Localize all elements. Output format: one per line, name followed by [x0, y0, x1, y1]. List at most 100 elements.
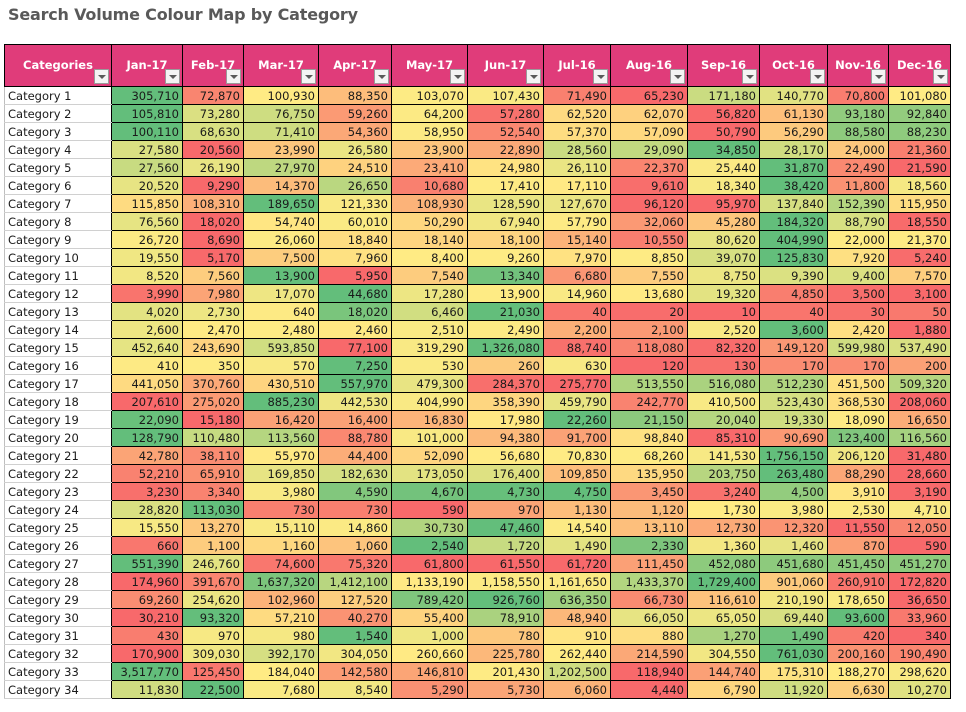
- category-cell[interactable]: Category 7: [4, 194, 112, 213]
- value-cell[interactable]: 26,060: [243, 230, 319, 249]
- value-cell[interactable]: 761,030: [759, 644, 828, 663]
- value-cell[interactable]: 1,130: [543, 500, 611, 519]
- value-cell[interactable]: 340: [888, 626, 951, 645]
- value-cell[interactable]: 11,800: [827, 176, 889, 195]
- value-cell[interactable]: 57,370: [543, 122, 611, 141]
- value-cell[interactable]: 3,240: [687, 482, 760, 501]
- category-cell[interactable]: Category 9: [4, 230, 112, 249]
- category-cell[interactable]: Category 1: [4, 86, 112, 105]
- value-cell[interactable]: 13,900: [243, 266, 319, 285]
- value-cell[interactable]: 1,160: [243, 536, 319, 555]
- value-cell[interactable]: 6,790: [687, 680, 760, 699]
- value-cell[interactable]: 9,260: [467, 248, 544, 267]
- value-cell[interactable]: 75,320: [318, 554, 392, 573]
- value-cell[interactable]: 98,840: [610, 428, 688, 447]
- value-cell[interactable]: 452,640: [111, 338, 183, 357]
- value-cell[interactable]: 26,110: [543, 158, 611, 177]
- value-cell[interactable]: 111,450: [610, 554, 688, 573]
- value-cell[interactable]: 3,990: [111, 284, 183, 303]
- value-cell[interactable]: 169,850: [243, 464, 319, 483]
- value-cell[interactable]: 127,520: [318, 590, 392, 609]
- value-cell[interactable]: 19,550: [111, 248, 183, 267]
- value-cell[interactable]: 93,320: [182, 608, 244, 627]
- value-cell[interactable]: 1,326,080: [467, 338, 544, 357]
- value-cell[interactable]: 90,690: [759, 428, 828, 447]
- value-cell[interactable]: 22,090: [111, 410, 183, 429]
- value-cell[interactable]: 275,020: [182, 392, 244, 411]
- value-cell[interactable]: 115,950: [888, 194, 951, 213]
- filter-dropdown-icon[interactable]: [871, 69, 886, 84]
- value-cell[interactable]: 23,990: [243, 140, 319, 159]
- category-cell[interactable]: Category 20: [4, 428, 112, 447]
- value-cell[interactable]: 557,970: [318, 374, 392, 393]
- value-cell[interactable]: 20: [610, 302, 688, 321]
- value-cell[interactable]: 3,230: [111, 482, 183, 501]
- value-cell[interactable]: 108,310: [182, 194, 244, 213]
- value-cell[interactable]: 115,850: [111, 194, 183, 213]
- value-cell[interactable]: 11,550: [827, 518, 889, 537]
- category-cell[interactable]: Category 4: [4, 140, 112, 159]
- value-cell[interactable]: 52,210: [111, 464, 183, 483]
- value-cell[interactable]: 27,970: [243, 158, 319, 177]
- value-cell[interactable]: 880: [610, 626, 688, 645]
- value-cell[interactable]: 141,530: [687, 446, 760, 465]
- value-cell[interactable]: 5,240: [888, 248, 951, 267]
- value-cell[interactable]: 44,680: [318, 284, 392, 303]
- value-cell[interactable]: 516,080: [687, 374, 760, 393]
- value-cell[interactable]: 57,280: [467, 104, 544, 123]
- value-cell[interactable]: 76,750: [243, 104, 319, 123]
- value-cell[interactable]: 176,400: [467, 464, 544, 483]
- value-cell[interactable]: 1,756,150: [759, 446, 828, 465]
- value-cell[interactable]: 76,560: [111, 212, 183, 231]
- value-cell[interactable]: 304,550: [687, 644, 760, 663]
- filter-dropdown-icon[interactable]: [593, 69, 608, 84]
- value-cell[interactable]: 128,590: [467, 194, 544, 213]
- value-cell[interactable]: 144,740: [687, 662, 760, 681]
- value-cell[interactable]: 61,550: [467, 554, 544, 573]
- value-cell[interactable]: 780: [467, 626, 544, 645]
- value-cell[interactable]: 100,930: [243, 86, 319, 105]
- value-cell[interactable]: 24,000: [827, 140, 889, 159]
- value-cell[interactable]: 110,480: [182, 428, 244, 447]
- category-cell[interactable]: Category 30: [4, 608, 112, 627]
- value-cell[interactable]: 8,520: [111, 266, 183, 285]
- value-cell[interactable]: 123,400: [827, 428, 889, 447]
- value-cell[interactable]: 18,340: [687, 176, 760, 195]
- value-cell[interactable]: 22,000: [827, 230, 889, 249]
- value-cell[interactable]: 128,790: [111, 428, 183, 447]
- value-cell[interactable]: 1,158,550: [467, 572, 544, 591]
- value-cell[interactable]: 80,620: [687, 230, 760, 249]
- value-cell[interactable]: 40: [543, 302, 611, 321]
- value-cell[interactable]: 38,420: [759, 176, 828, 195]
- value-cell[interactable]: 58,950: [391, 122, 468, 141]
- value-cell[interactable]: 15,180: [182, 410, 244, 429]
- value-cell[interactable]: 88,780: [318, 428, 392, 447]
- value-cell[interactable]: 60,010: [318, 212, 392, 231]
- value-cell[interactable]: 1,490: [543, 536, 611, 555]
- value-cell[interactable]: 970: [467, 500, 544, 519]
- value-cell[interactable]: 14,540: [543, 518, 611, 537]
- value-cell[interactable]: 350: [182, 356, 244, 375]
- value-cell[interactable]: 870: [827, 536, 889, 555]
- value-cell[interactable]: 640: [243, 302, 319, 321]
- value-cell[interactable]: 56,680: [467, 446, 544, 465]
- category-cell[interactable]: Category 19: [4, 410, 112, 429]
- value-cell[interactable]: 28,660: [888, 464, 951, 483]
- value-cell[interactable]: 9,610: [610, 176, 688, 195]
- value-cell[interactable]: 451,270: [888, 554, 951, 573]
- value-cell[interactable]: 1,490: [759, 626, 828, 645]
- value-cell[interactable]: 18,020: [318, 302, 392, 321]
- value-cell[interactable]: 452,080: [687, 554, 760, 573]
- value-cell[interactable]: 130: [687, 356, 760, 375]
- category-cell[interactable]: Category 5: [4, 158, 112, 177]
- value-cell[interactable]: 513,550: [610, 374, 688, 393]
- value-cell[interactable]: 537,490: [888, 338, 951, 357]
- value-cell[interactable]: 70,800: [827, 86, 889, 105]
- value-cell[interactable]: 262,440: [543, 644, 611, 663]
- value-cell[interactable]: 14,960: [543, 284, 611, 303]
- value-cell[interactable]: 6,460: [391, 302, 468, 321]
- value-cell[interactable]: 3,517,770: [111, 662, 183, 681]
- value-cell[interactable]: 358,390: [467, 392, 544, 411]
- value-cell[interactable]: 2,530: [827, 500, 889, 519]
- value-cell[interactable]: 102,960: [243, 590, 319, 609]
